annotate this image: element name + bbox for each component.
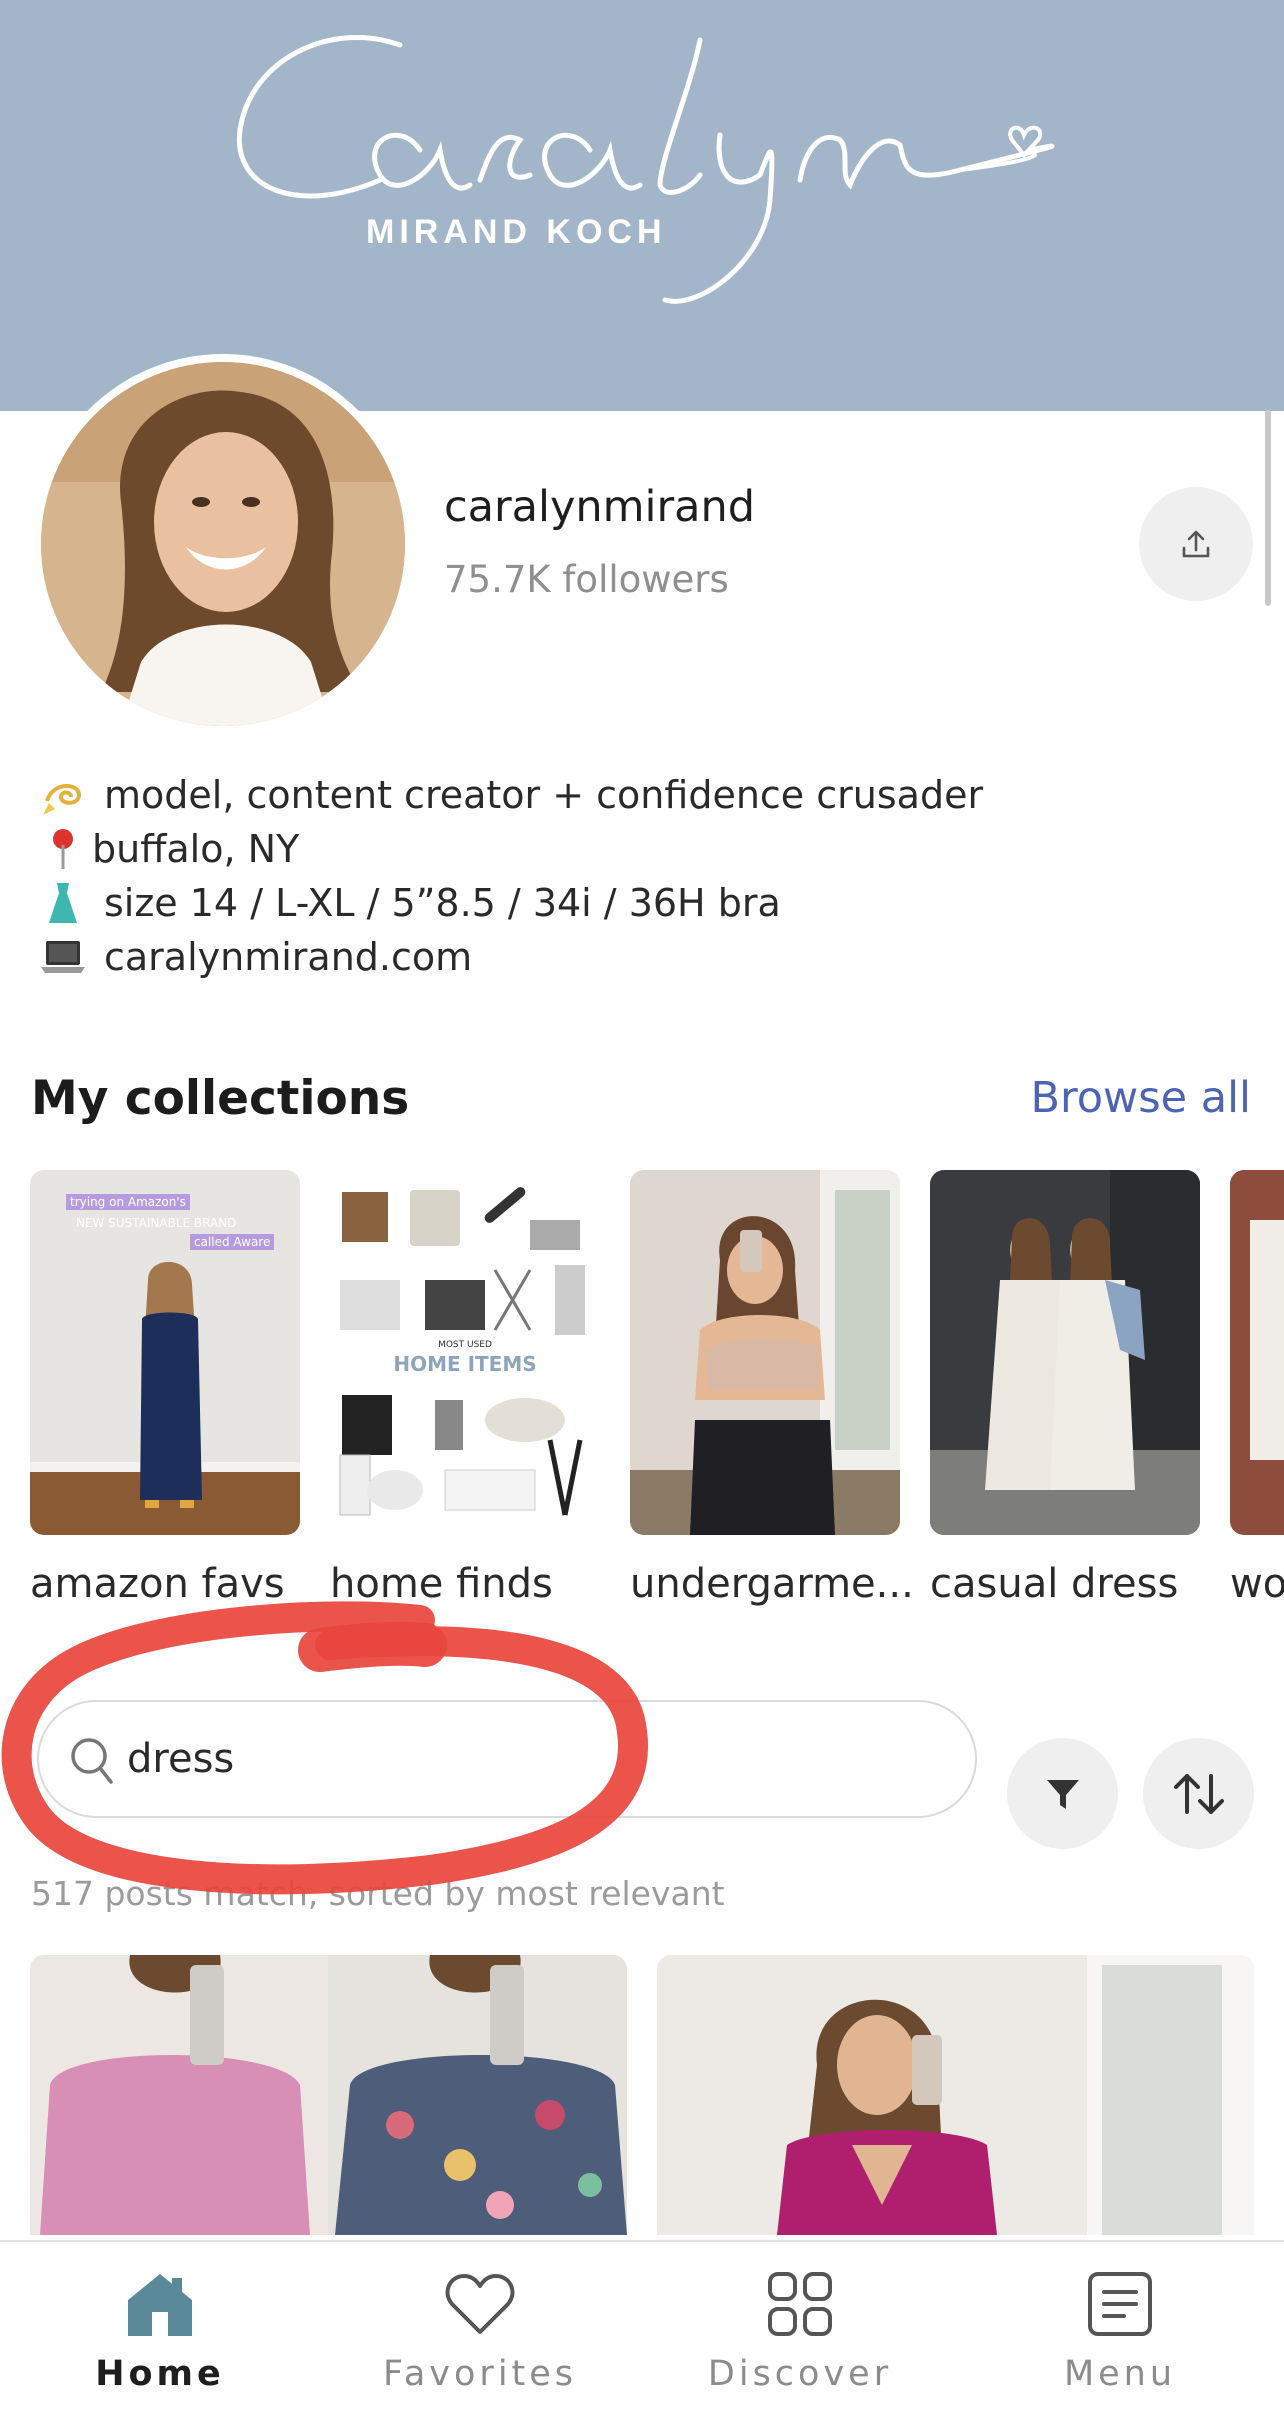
nav-label: Discover xyxy=(707,2354,893,2394)
collections-title: My collections xyxy=(31,1071,410,1126)
collection-thumbnail[interactable] xyxy=(930,1170,1200,1535)
bottom-nav: Home Favorites Discover Menu xyxy=(0,2240,1284,2422)
collection-card[interactable]: undergarme... xyxy=(630,1170,914,1607)
profile-banner: MIRAND KOCH xyxy=(0,0,1284,411)
grid-icon xyxy=(768,2272,832,2336)
menu-icon xyxy=(1088,2272,1152,2336)
collections-carousel[interactable]: trying on Amazon's NEW SUSTAINABLE BRAND… xyxy=(0,1170,1284,1610)
profile-bio: model, content creator + confidence crus… xyxy=(34,768,1234,984)
profile-username: caralynmirand xyxy=(444,482,756,532)
nav-favorites[interactable]: Favorites xyxy=(320,2242,640,2422)
nav-home[interactable]: Home xyxy=(0,2242,320,2422)
collection-thumbnail[interactable]: MOST USED HOME ITEMS xyxy=(330,1170,600,1535)
collection-label: home finds xyxy=(330,1561,553,1607)
share-upload-icon xyxy=(1182,530,1210,558)
bio-line: model, content creator + confidence crus… xyxy=(34,768,1234,822)
nav-label: Menu xyxy=(1063,2354,1177,2394)
collection-label: undergarme... xyxy=(630,1561,914,1607)
post-card[interactable] xyxy=(657,1955,1254,2235)
home-icon xyxy=(128,2274,192,2336)
bio-text: model, content creator + confidence crus… xyxy=(104,773,984,817)
sort-button[interactable] xyxy=(1143,1738,1254,1849)
browse-all-link[interactable]: Browse all xyxy=(1031,1073,1251,1123)
collection-card[interactable]: wo xyxy=(1230,1170,1284,1607)
thumbnail-caption: called Aware xyxy=(190,1234,275,1250)
search-result-count: 517 posts match, sorted by most relevant xyxy=(31,1874,725,1913)
collection-label: amazon favs xyxy=(30,1561,285,1607)
bio-line: buffalo, NY xyxy=(34,822,1234,876)
dizzy-star-icon xyxy=(34,768,92,822)
collection-card[interactable]: MOST USED HOME ITEMS home finds xyxy=(330,1170,600,1607)
search-input[interactable] xyxy=(127,1724,947,1794)
nav-label: Favorites xyxy=(382,2354,578,2394)
bio-text[interactable]: caralynmirand.com xyxy=(104,935,472,979)
collection-label: casual dress xyxy=(930,1561,1179,1607)
nav-discover[interactable]: Discover xyxy=(640,2242,960,2422)
heart-icon xyxy=(445,2274,515,2334)
collection-card[interactable]: casual dress xyxy=(930,1170,1200,1607)
share-button[interactable] xyxy=(1139,487,1253,601)
collection-thumbnail[interactable] xyxy=(1230,1170,1284,1535)
bio-line: size 14 / L-XL / 5”8.5 / 34i / 36H bra xyxy=(34,876,1234,930)
search-bar[interactable] xyxy=(37,1700,977,1818)
scrollbar[interactable] xyxy=(1265,410,1271,606)
laptop-icon xyxy=(34,930,92,984)
filter-icon xyxy=(1046,1779,1079,1809)
thumbnail-caption: trying on Amazon's xyxy=(66,1194,190,1210)
banner-logo: MIRAND KOCH xyxy=(236,35,1055,304)
svg-text:MIRAND KOCH: MIRAND KOCH xyxy=(366,213,667,251)
sort-icon xyxy=(1173,1773,1224,1814)
thumbnail-caption: MOST USED xyxy=(438,1340,492,1350)
nav-label: Home xyxy=(95,2354,225,2394)
collection-thumbnail[interactable]: trying on Amazon's NEW SUSTAINABLE BRAND… xyxy=(30,1170,300,1535)
filter-button[interactable] xyxy=(1007,1738,1118,1849)
post-card[interactable] xyxy=(30,1955,627,2235)
thumbnail-caption: HOME ITEMS xyxy=(393,1352,537,1376)
follower-count: 75.7K followers xyxy=(444,558,729,601)
thumbnail-caption: NEW SUSTAINABLE BRAND xyxy=(76,1216,237,1230)
avatar[interactable] xyxy=(41,362,405,726)
bio-text: size 14 / L-XL / 5”8.5 / 34i / 36H bra xyxy=(104,881,781,925)
search-icon xyxy=(71,1738,113,1784)
bio-text: buffalo, NY xyxy=(92,827,300,871)
collection-label: wo xyxy=(1230,1561,1284,1607)
pin-icon xyxy=(34,822,92,876)
collection-thumbnail[interactable] xyxy=(630,1170,900,1535)
nav-menu[interactable]: Menu xyxy=(960,2242,1280,2422)
bio-line: caralynmirand.com xyxy=(34,930,1234,984)
collection-card[interactable]: trying on Amazon's NEW SUSTAINABLE BRAND… xyxy=(30,1170,300,1607)
dress-icon xyxy=(34,876,92,930)
